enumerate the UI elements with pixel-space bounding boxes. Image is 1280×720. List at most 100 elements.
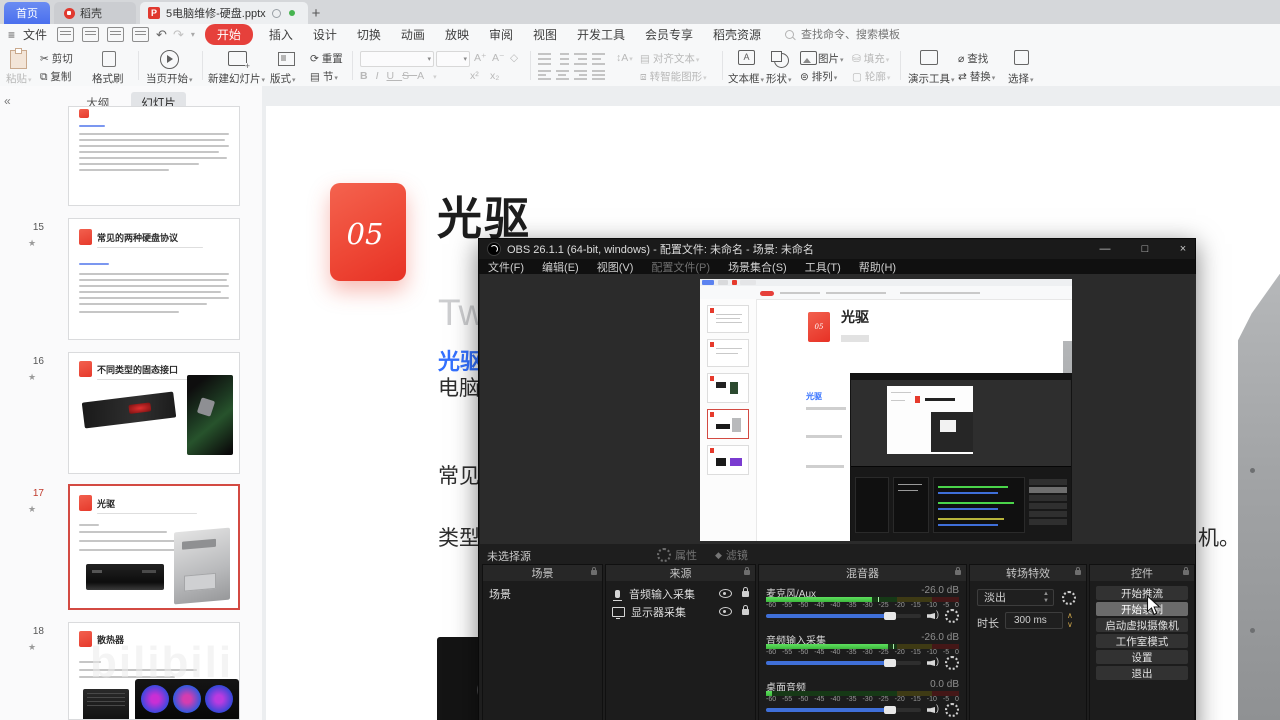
grow-font-icon[interactable]: A⁺	[474, 52, 487, 64]
slide-thumbnail-14[interactable]	[68, 106, 240, 206]
align-center-icon[interactable]	[556, 70, 569, 82]
new-slide-icon[interactable]	[228, 51, 251, 70]
controls-header[interactable]: 控件	[1090, 565, 1194, 581]
tab-document[interactable]: P 5电脑维修-硬盘.pptx	[140, 2, 308, 24]
menu-design[interactable]: 设计	[303, 26, 347, 43]
speaker-icon[interactable]	[927, 656, 939, 668]
align-right-icon[interactable]	[574, 70, 587, 82]
text-box-button[interactable]: 文本框▾	[728, 71, 764, 86]
volume-slider[interactable]	[766, 659, 921, 667]
undo-icon[interactable]: ↶	[156, 27, 167, 43]
obs-title-bar[interactable]: OBS 26.1.1 (64-bit, windows) - 配置文件: 未命名…	[479, 239, 1195, 259]
transition-select[interactable]: 淡出 ▲ ▼	[977, 589, 1054, 606]
volume-slider[interactable]	[766, 612, 921, 620]
preview-icon[interactable]	[132, 27, 150, 42]
scenes-header[interactable]: 场景	[483, 565, 602, 581]
font-style-group[interactable]: BIUSA▾	[360, 70, 445, 82]
cut-button[interactable]: ✂ 剪切	[40, 51, 73, 66]
section-button[interactable]: ▤ 节▾	[310, 69, 338, 84]
line-spacing-icon[interactable]: ↕A▾	[616, 52, 633, 64]
lock-icon[interactable]	[742, 604, 749, 615]
transition-gear-icon[interactable]	[1062, 591, 1076, 605]
menu-view[interactable]: 视图	[523, 26, 567, 43]
settings-button[interactable]: 设置	[1096, 650, 1188, 664]
start-recording-button[interactable]: 开始录制	[1096, 602, 1188, 616]
spinner-arrows-icon[interactable]: ∧ ∨	[1067, 611, 1073, 629]
menu-devtools[interactable]: 开发工具	[567, 26, 635, 43]
duration-input[interactable]: 300 ms	[1005, 612, 1063, 629]
quickbar-dropdown-icon[interactable]: ▾	[191, 30, 195, 39]
slide-thumbnail-16[interactable]: 不同类型的固态接口	[68, 352, 240, 474]
select-button[interactable]: 选择▾	[1008, 71, 1034, 86]
new-tab-button[interactable]: +	[306, 3, 326, 23]
select-icon[interactable]	[1014, 50, 1029, 65]
maximize-button[interactable]: □	[1131, 239, 1159, 259]
volume-slider[interactable]	[766, 706, 921, 714]
subscript-icon[interactable]: x₂	[490, 70, 499, 82]
format-painter-icon[interactable]	[102, 51, 116, 67]
transitions-header[interactable]: 转场特效	[970, 565, 1086, 581]
find-button[interactable]: ⌀ 查找	[958, 51, 988, 66]
menu-docer-resources[interactable]: 稻壳资源	[703, 26, 771, 43]
menu-insert[interactable]: 插入	[259, 26, 303, 43]
bullets-icon[interactable]	[538, 53, 551, 65]
visibility-eye-icon[interactable]	[719, 607, 732, 616]
play-current-button[interactable]: 当页开始▾	[146, 71, 193, 86]
shapes-button[interactable]: 形状▾	[766, 71, 792, 86]
obs-menu-file[interactable]: 文件(F)	[479, 259, 533, 275]
align-left-icon[interactable]	[538, 70, 551, 82]
print-icon[interactable]	[107, 27, 125, 42]
gear-icon[interactable]	[945, 656, 959, 670]
mixer-header[interactable]: 混音器	[759, 565, 966, 581]
save-icon[interactable]	[57, 27, 75, 42]
superscript-icon[interactable]: x²	[470, 70, 479, 82]
obs-menu-help[interactable]: 帮助(H)	[850, 259, 905, 275]
obs-preview[interactable]: 05 光驱 光驱	[480, 274, 1196, 544]
menu-file[interactable]: 文件	[17, 26, 53, 43]
redo-icon[interactable]: ↷	[173, 27, 184, 43]
speaker-icon[interactable]	[927, 609, 939, 621]
font-size-select[interactable]: ▾	[436, 51, 470, 67]
picture-icon[interactable]	[800, 51, 817, 65]
speaker-icon[interactable]	[927, 703, 939, 715]
slide-thumbnail-17-selected[interactable]: 光驱	[68, 484, 240, 610]
picture-button[interactable]: 图片▾	[818, 51, 844, 66]
search-input[interactable]	[799, 27, 954, 42]
shapes-icon[interactable]	[771, 51, 789, 68]
menu-start[interactable]: 开始	[204, 24, 253, 45]
numbering-icon[interactable]	[556, 53, 569, 65]
start-virtual-camera-button[interactable]: 启动虚拟摄像机	[1096, 618, 1188, 632]
lock-icon[interactable]	[742, 586, 749, 597]
layout-icon[interactable]	[278, 52, 295, 66]
play-current-icon[interactable]	[160, 50, 179, 69]
visibility-eye-icon[interactable]	[719, 589, 732, 598]
fill-button[interactable]: ⛁ 填充▾	[852, 51, 889, 66]
outline-button[interactable]: ▢ 轮廓▾	[852, 69, 890, 84]
slide-thumbnail-15[interactable]: 常见的两种硬盘协议	[68, 218, 240, 340]
obs-menu-tools[interactable]: 工具(T)	[796, 259, 850, 275]
start-streaming-button[interactable]: 开始推流	[1096, 586, 1188, 600]
align-text-button[interactable]: ▤ 对齐文本▾	[640, 51, 699, 66]
arrange-button[interactable]: ⊜ 排列▾	[800, 69, 837, 84]
properties-button[interactable]: 属性	[657, 547, 697, 563]
reset-button[interactable]: ⟳ 重置	[310, 51, 343, 66]
present-tools-icon[interactable]	[920, 50, 938, 65]
obs-menu-scene-collection[interactable]: 场景集合(S)	[719, 259, 796, 275]
exit-button[interactable]: 退出	[1096, 666, 1188, 680]
format-painter-button[interactable]: 格式刷	[92, 71, 124, 86]
smart-graphic-button[interactable]: ⧈ 转智能图形▾	[640, 69, 707, 84]
menu-membership[interactable]: 会员专享	[635, 26, 703, 43]
studio-mode-button[interactable]: 工作室模式	[1096, 634, 1188, 648]
menu-transition[interactable]: 切换	[347, 26, 391, 43]
tab-home[interactable]: 首页	[4, 2, 50, 24]
tab-docer[interactable]: 稻壳	[54, 2, 136, 24]
present-tools-button[interactable]: 演示工具▾	[908, 71, 955, 86]
command-search[interactable]	[785, 27, 954, 42]
gear-icon[interactable]	[945, 703, 959, 717]
close-button[interactable]: ×	[1169, 239, 1197, 259]
obs-menu-profile[interactable]: 配置文件(P)	[642, 259, 719, 275]
paste-button[interactable]: 粘贴▾	[6, 71, 32, 86]
text-box-icon[interactable]: A	[738, 50, 755, 65]
menu-review[interactable]: 审阅	[479, 26, 523, 43]
justify-icon[interactable]	[592, 70, 605, 82]
